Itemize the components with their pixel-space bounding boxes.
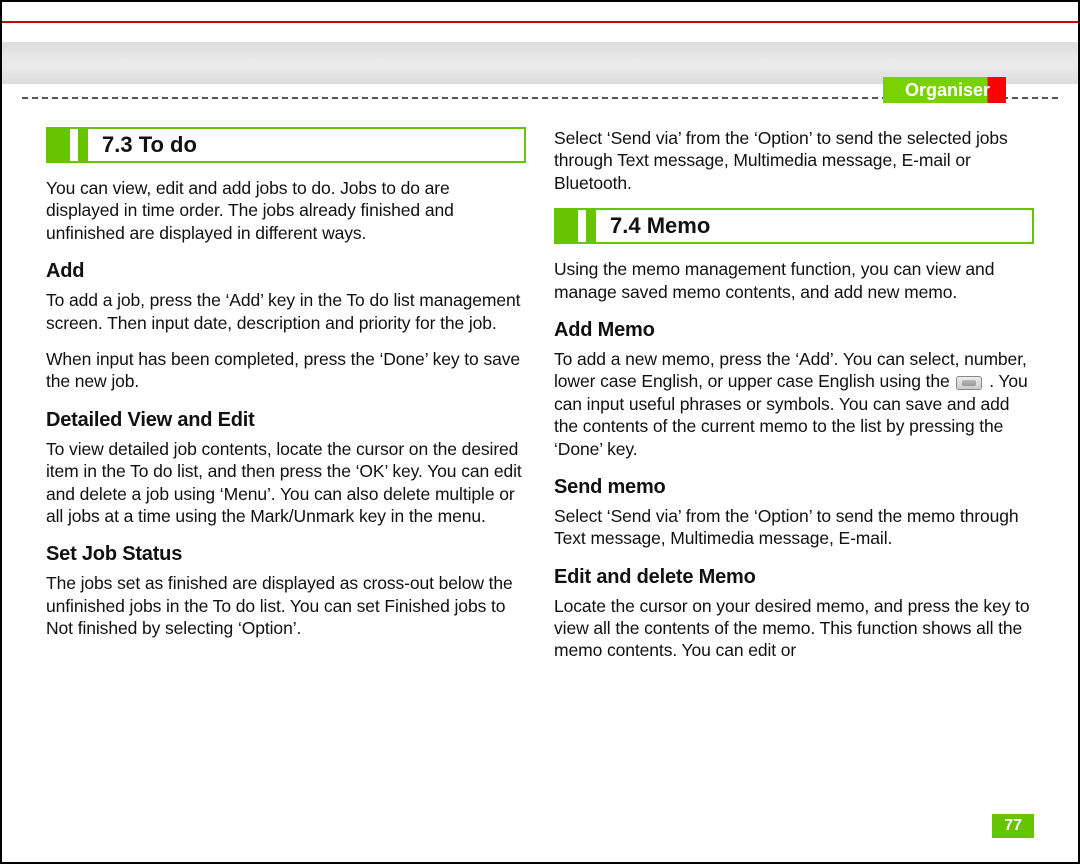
manual-page: Organiser 7.3 To do You can view, edit a… (0, 0, 1080, 864)
heading-detailed-view: Detailed View and Edit (46, 409, 526, 432)
section-band-todo: 7.3 To do (46, 127, 526, 163)
para-edit-delete-memo: Locate the cursor on your desired memo, … (554, 595, 1034, 662)
page-number-text: 77 (1004, 817, 1022, 834)
para-memo-intro: Using the memo management function, you … (554, 258, 1034, 303)
left-column: 7.3 To do You can view, edit and add job… (46, 127, 526, 812)
heading-add-memo: Add Memo (554, 319, 1034, 342)
band-block-left (48, 129, 70, 161)
para-set-job-status: The jobs set as finished are displayed a… (46, 572, 526, 639)
band-block-small (586, 210, 596, 242)
band-block-small (78, 129, 88, 161)
section-band-memo: 7.4 Memo (554, 208, 1034, 244)
para-detailed-view: To view detailed job contents, locate th… (46, 438, 526, 528)
para-add-memo: To add a new memo, press the ‘Add’. You … (554, 348, 1034, 460)
todo-intro: You can view, edit and add jobs to do. J… (46, 177, 526, 244)
heading-add: Add (46, 260, 526, 283)
content-columns: 7.3 To do You can view, edit and add job… (46, 127, 1034, 812)
heading-edit-delete-memo: Edit and delete Memo (554, 566, 1034, 589)
heading-set-job-status: Set Job Status (46, 543, 526, 566)
right-column: Select ‘Send via’ from the ‘Option’ to s… (554, 127, 1034, 812)
page-number: 77 (992, 814, 1034, 838)
para-send-via-top: Select ‘Send via’ from the ‘Option’ to s… (554, 127, 1034, 194)
section-label-text: Organiser (905, 80, 990, 101)
band-block-left (556, 210, 578, 242)
para-add-1: To add a job, press the ‘Add’ key in the… (46, 289, 526, 334)
band-title: 7.3 To do (88, 132, 197, 158)
section-label: Organiser (883, 77, 1006, 103)
top-rule-red (2, 21, 1078, 23)
key-icon (956, 376, 982, 390)
para-add-2: When input has been completed, press the… (46, 348, 526, 393)
heading-send-memo: Send memo (554, 476, 1034, 499)
para-send-memo: Select ‘Send via’ from the ‘Option’ to s… (554, 505, 1034, 550)
band-title: 7.4 Memo (596, 213, 710, 239)
